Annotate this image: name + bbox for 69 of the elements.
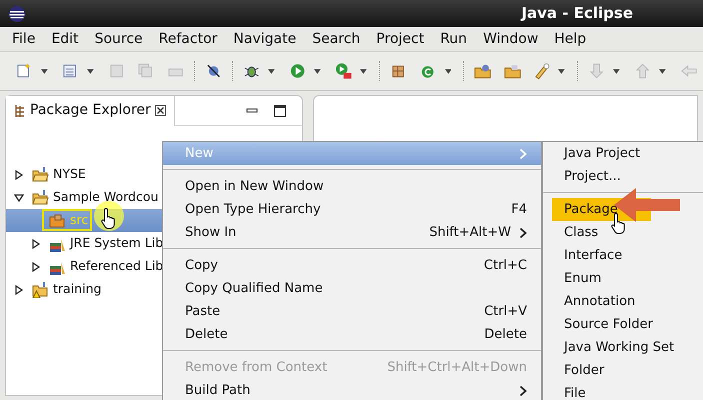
menu-item[interactable]: Refactor xyxy=(150,28,226,50)
expand-arrow-icon[interactable] xyxy=(14,284,24,294)
dropdown-caret-icon[interactable] xyxy=(558,68,565,74)
package-explorer-tab[interactable]: Package Explorer xyxy=(6,96,175,126)
collapse-arrow-icon[interactable] xyxy=(14,192,24,202)
dropdown-caret-icon[interactable] xyxy=(314,68,321,74)
project-folder-icon xyxy=(32,166,49,183)
shortcut-label: Shift+Ctrl+Alt+Down xyxy=(387,358,527,377)
shortcut-label: Ctrl+C xyxy=(484,256,527,275)
menu-item[interactable]: Folder xyxy=(543,359,703,382)
menu-item[interactable]: Source xyxy=(86,28,151,50)
expand-arrow-icon[interactable] xyxy=(14,170,24,180)
menu-item[interactable]: Source Folder xyxy=(543,313,703,336)
menu-item[interactable]: File xyxy=(543,382,703,400)
menu-item[interactable]: Class xyxy=(543,221,703,244)
menu-item[interactable]: Open Type Hierarchy F4 xyxy=(163,198,541,221)
menu-item[interactable]: Help xyxy=(546,28,594,50)
menu-item[interactable]: Paste Ctrl+V xyxy=(163,300,541,323)
tree-label: training xyxy=(53,280,102,298)
dropdown-caret-icon[interactable] xyxy=(87,68,94,74)
shortcut-label: F4 xyxy=(511,200,527,219)
project-folder-icon xyxy=(32,189,49,206)
shortcut-label: Shift+Alt+W xyxy=(429,224,511,242)
menu-item[interactable]: Window xyxy=(475,28,546,50)
dropdown-caret-icon[interactable] xyxy=(360,68,367,74)
hierarchy-icon xyxy=(14,104,26,118)
menu-item[interactable]: Copy Ctrl+C xyxy=(163,254,541,277)
tree-label: NYSE xyxy=(53,165,86,184)
menu-item[interactable]: Java Working Set xyxy=(543,336,703,359)
menu-item[interactable]: Search xyxy=(304,28,368,50)
close-icon[interactable] xyxy=(154,105,166,116)
highlight-frame xyxy=(42,209,92,231)
menu-item[interactable]: Copy Qualified Name xyxy=(163,277,541,300)
tree-label: Referenced Lib xyxy=(70,257,164,276)
window-title: Java - Eclipse xyxy=(521,3,633,24)
hand-cursor-icon xyxy=(101,207,118,229)
run-icon[interactable] xyxy=(289,62,306,80)
menu-item[interactable]: Project... xyxy=(543,165,703,188)
project-folder-warning-icon xyxy=(32,281,49,298)
expand-arrow-icon[interactable] xyxy=(31,262,41,272)
menu-item[interactable]: Interface xyxy=(543,244,703,267)
menu-item[interactable]: File xyxy=(4,28,44,50)
dropdown-caret-icon[interactable] xyxy=(444,68,452,74)
tree-label: Sample Wordcou xyxy=(53,188,158,206)
menu-item[interactable]: Delete Delete xyxy=(163,323,541,346)
dropdown-caret-icon[interactable] xyxy=(659,68,666,74)
shortcut-label: Ctrl+V xyxy=(484,302,527,321)
new-file-icon[interactable] xyxy=(16,62,34,80)
tree-label: src xyxy=(70,211,88,230)
menu-item[interactable]: Run xyxy=(432,28,476,50)
menu-item[interactable]: Annotation xyxy=(543,290,703,313)
package-folder-icon xyxy=(49,212,66,229)
expand-arrow-icon[interactable] xyxy=(31,238,41,248)
menu-item[interactable]: Show In Shift+Alt+W xyxy=(163,221,541,244)
dropdown-caret-icon[interactable] xyxy=(613,68,620,74)
menu-item[interactable]: Build Path xyxy=(163,379,541,400)
eclipse-logo-icon xyxy=(8,4,26,22)
menu-item[interactable]: Navigate xyxy=(225,28,304,50)
menu-item[interactable]: Edit xyxy=(43,28,87,50)
tree-label: JRE System Lib xyxy=(70,234,164,252)
menu-item[interactable]: Enum xyxy=(543,267,703,290)
menu-item[interactable]: Open in New Window xyxy=(163,175,541,198)
shortcut-label: Delete xyxy=(484,326,527,344)
dropdown-caret-icon[interactable] xyxy=(41,68,48,74)
menu-item[interactable]: Java Project xyxy=(543,142,703,165)
maximize-icon[interactable] xyxy=(274,104,286,116)
menu-item[interactable]: Project xyxy=(368,28,432,50)
dropdown-caret-icon[interactable] xyxy=(268,68,276,74)
panel-title: Package Explorer xyxy=(30,101,151,120)
